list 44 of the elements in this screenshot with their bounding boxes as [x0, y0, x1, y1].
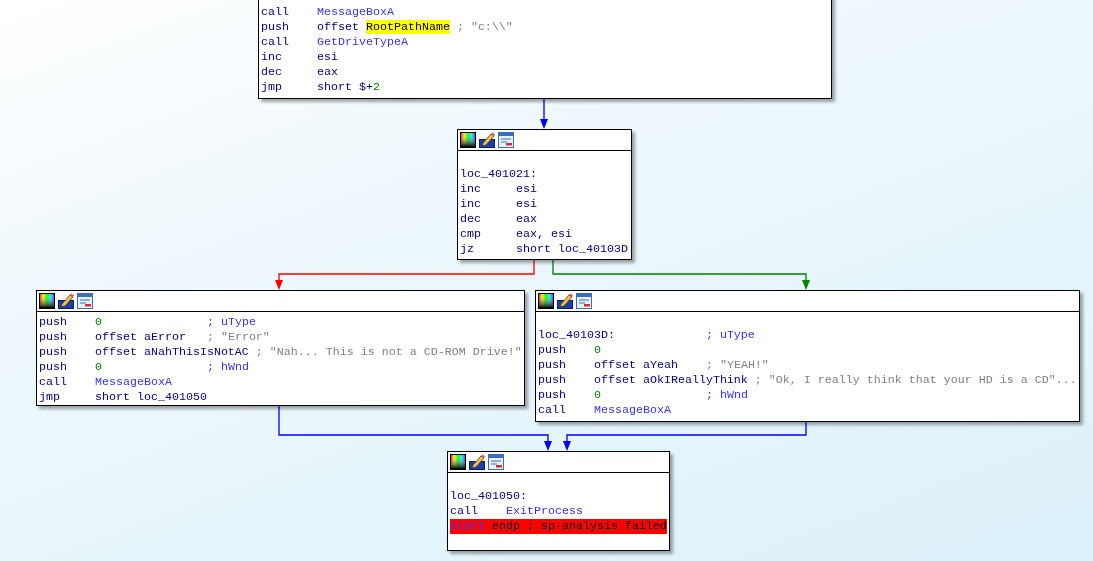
code-line: push 0 ; hWnd: [538, 388, 748, 403]
window-icon[interactable]: [498, 132, 514, 148]
pencil-icon[interactable]: [58, 293, 74, 309]
pencil-icon[interactable]: [469, 454, 485, 470]
code-line: inc esi: [460, 182, 537, 197]
code-line: push 0 ; uType: [39, 315, 256, 330]
window-icon[interactable]: [576, 293, 592, 309]
code-line: push 0: [538, 343, 601, 358]
code-line: call MessageBoxA: [261, 5, 394, 20]
code-line: jmp short loc_401050: [39, 390, 207, 405]
code-line: jz short loc_40103D: [460, 242, 628, 257]
code-line: push offset aNahThisIsNotAC ; "Nah... This is not a CD-ROM Drive!": [39, 345, 522, 360]
pencil-icon[interactable]: [557, 293, 573, 309]
color-palette-icon[interactable]: [39, 293, 55, 309]
code-line: jmp short $+2: [261, 80, 380, 95]
code-line: push offset aYeah ; "YEAH!": [538, 358, 769, 373]
code-line: cmp eax, esi: [460, 227, 572, 242]
code-label: loc_401050:: [450, 489, 527, 504]
color-palette-icon[interactable]: [460, 132, 476, 148]
code-line: dec eax: [460, 212, 537, 227]
code-line: call GetDriveTypeA: [261, 35, 408, 50]
graph-node[interactable]: call MessageBoxA push offset RootPathName ; "c:\\" call GetDriveTypeA inc esi dec eax jmp short $+2: [258, 0, 832, 99]
graph-node[interactable]: loc_40103D: ; uType push 0 push offset aYeah ; "YEAH!" push offset aOkIReallyThink ; "Ok, I really think that your HD is a CD"... push 0 ; hWnd call MessageBoxA: [535, 290, 1080, 422]
graph-node[interactable]: push 0 ; uType push offset aError ; "Error" push offset aNahThisIsNotAC ; "Nah... This is not a CD-ROM Drive!" push 0 ; hWnd call MessageBoxA jmp short loc_401050: [36, 290, 525, 406]
window-icon[interactable]: [77, 293, 93, 309]
edge-arrow: [540, 98, 548, 129]
code-label: loc_40103D: ; uType: [538, 328, 755, 343]
code-line: push offset aOkIReallyThink ; "Ok, I really think that your HD is a CD"...: [538, 373, 1077, 388]
window-icon[interactable]: [488, 454, 504, 470]
code-line: inc esi: [261, 50, 338, 65]
code-line: call MessageBoxA: [538, 403, 671, 418]
code-line: call MessageBoxA: [39, 375, 172, 390]
code-line: inc esi: [460, 197, 537, 212]
pencil-icon[interactable]: [479, 132, 495, 148]
code-line: push 0 ; hWnd: [39, 360, 249, 375]
code-line: call ExitProcess: [450, 504, 583, 519]
graph-node[interactable]: loc_401021: inc esi inc esi dec eax cmp eax, esi jz short loc_40103D: [457, 129, 632, 260]
code-line: dec eax: [261, 65, 338, 80]
code-line: push offset aError ; "Error": [39, 330, 270, 345]
color-palette-icon[interactable]: [450, 454, 466, 470]
code-label: loc_401021:: [460, 167, 537, 182]
code-line: push offset RootPathName ; "c:\\": [261, 20, 513, 35]
color-palette-icon[interactable]: [538, 293, 554, 309]
graph-node[interactable]: loc_401050: call ExitProcess start endp ; sp-analysis failed: [447, 451, 670, 551]
